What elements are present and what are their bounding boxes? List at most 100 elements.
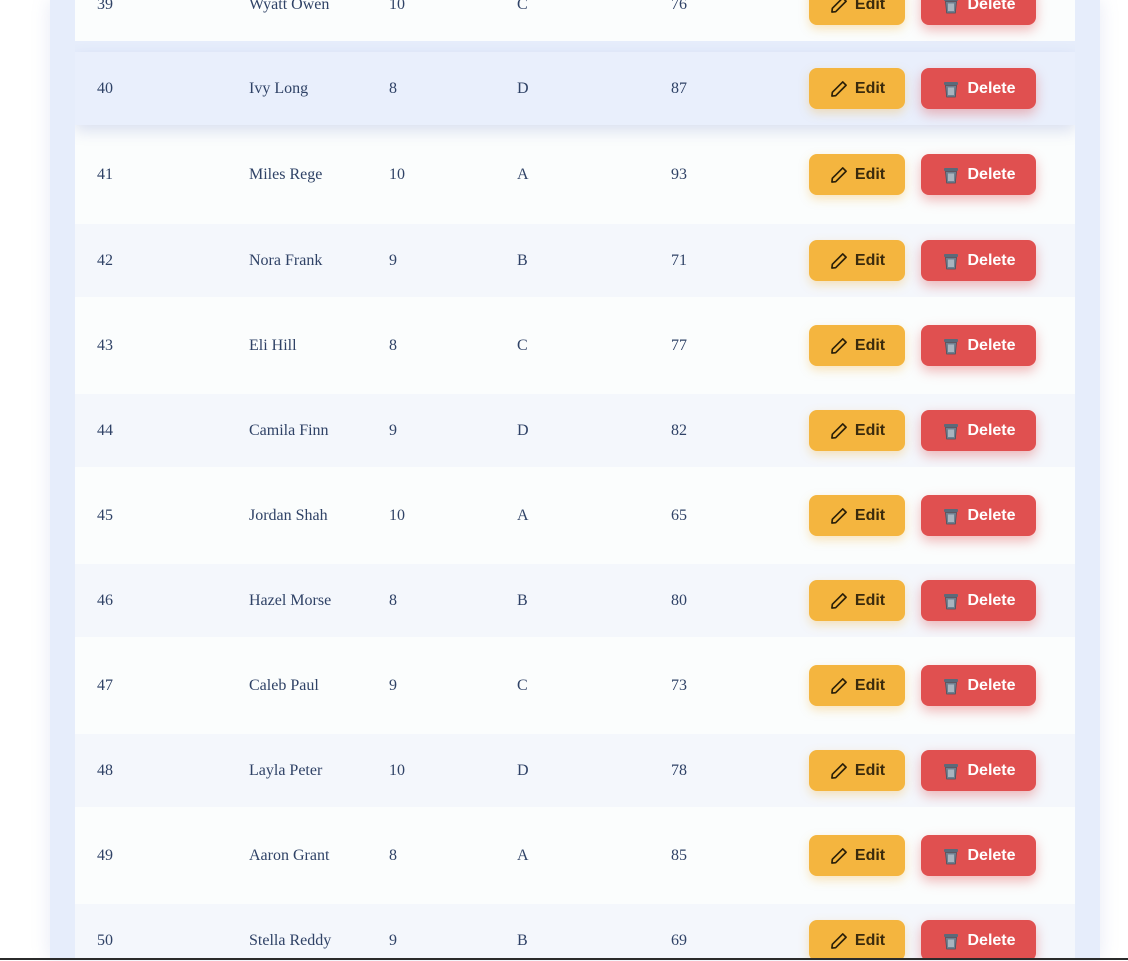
table-row: 49 Aaron Grant 8 A 85 Edit Delete xyxy=(75,807,1075,904)
edit-label: Edit xyxy=(854,165,886,183)
trash-icon xyxy=(941,846,961,866)
edit-button[interactable]: Edit xyxy=(809,920,905,959)
pencil-icon xyxy=(829,336,849,356)
row-section: D xyxy=(517,79,529,97)
row-grade: 10 xyxy=(389,761,405,779)
pencil-icon xyxy=(829,761,849,781)
table-row: 40 Ivy Long 8 D 87 Edit Delete xyxy=(75,52,1075,125)
edit-label: Edit xyxy=(854,676,886,694)
row-name: Stella Reddy xyxy=(249,931,332,949)
row-score: 77 xyxy=(671,336,687,354)
pencil-icon xyxy=(829,931,849,951)
edit-label: Edit xyxy=(854,0,886,13)
delete-button[interactable]: Delete xyxy=(921,410,1036,451)
delete-button[interactable]: Delete xyxy=(921,154,1036,195)
row-score: 85 xyxy=(671,846,687,864)
pencil-icon xyxy=(829,251,849,271)
edit-label: Edit xyxy=(854,336,886,354)
edit-button[interactable]: Edit xyxy=(809,835,905,876)
edit-label: Edit xyxy=(854,506,886,524)
row-name: Wyatt Owen xyxy=(249,0,330,13)
edit-label: Edit xyxy=(854,251,886,269)
edit-button[interactable]: Edit xyxy=(809,0,905,25)
trash-icon xyxy=(941,421,961,441)
edit-button[interactable]: Edit xyxy=(809,154,905,195)
delete-button[interactable]: Delete xyxy=(921,495,1036,536)
row-id: 42 xyxy=(97,251,113,269)
delete-label: Delete xyxy=(967,761,1016,779)
row-id: 48 xyxy=(97,761,113,779)
row-grade: 8 xyxy=(389,336,397,354)
row-id: 50 xyxy=(97,931,113,949)
row-name: Layla Peter xyxy=(249,761,323,779)
pencil-icon xyxy=(829,0,849,15)
delete-button[interactable]: Delete xyxy=(921,750,1036,791)
row-grade: 8 xyxy=(389,591,397,609)
delete-button[interactable]: Delete xyxy=(921,580,1036,621)
row-name: Nora Frank xyxy=(249,251,323,269)
table-row: 47 Caleb Paul 9 C 73 Edit Delete xyxy=(75,637,1075,734)
delete-button[interactable]: Delete xyxy=(921,835,1036,876)
row-id: 40 xyxy=(97,79,113,97)
delete-button[interactable]: Delete xyxy=(921,325,1036,366)
row-id: 46 xyxy=(97,591,113,609)
row-score: 93 xyxy=(671,165,687,183)
pencil-icon xyxy=(829,79,849,99)
edit-label: Edit xyxy=(854,421,886,439)
row-score: 76 xyxy=(671,0,687,13)
delete-button[interactable]: Delete xyxy=(921,240,1036,281)
row-grade: 10 xyxy=(389,506,405,524)
row-grade: 9 xyxy=(389,421,397,439)
delete-label: Delete xyxy=(967,336,1016,354)
edit-label: Edit xyxy=(854,931,886,949)
delete-label: Delete xyxy=(967,79,1016,97)
trash-icon xyxy=(941,506,961,526)
row-name: Camila Finn xyxy=(249,421,329,439)
edit-button[interactable]: Edit xyxy=(809,495,905,536)
delete-label: Delete xyxy=(967,165,1016,183)
delete-button[interactable]: Delete xyxy=(921,920,1036,959)
table-row: 42 Nora Frank 9 B 71 Edit Delete xyxy=(75,224,1075,297)
row-grade: 10 xyxy=(389,165,405,183)
edit-button[interactable]: Edit xyxy=(809,750,905,791)
delete-button[interactable]: Delete xyxy=(921,665,1036,706)
row-name: Jordan Shah xyxy=(249,506,328,524)
row-id: 39 xyxy=(97,0,113,13)
delete-button[interactable]: Delete xyxy=(921,68,1036,109)
row-score: 80 xyxy=(671,591,687,609)
delete-button[interactable]: Delete xyxy=(921,0,1036,25)
edit-button[interactable]: Edit xyxy=(809,580,905,621)
trash-icon xyxy=(941,591,961,611)
row-section: D xyxy=(517,421,529,439)
row-score: 69 xyxy=(671,931,687,949)
table-row: 39 Wyatt Owen 10 C 76 Edit Delete xyxy=(75,0,1075,41)
delete-label: Delete xyxy=(967,591,1016,609)
row-section: A xyxy=(517,846,529,864)
row-section: C xyxy=(517,0,528,13)
delete-label: Delete xyxy=(967,251,1016,269)
edit-button[interactable]: Edit xyxy=(809,410,905,451)
row-id: 43 xyxy=(97,336,113,354)
students-table: 39 Wyatt Owen 10 C 76 Edit Delete 40 Ivy… xyxy=(75,0,1075,959)
row-section: B xyxy=(517,931,528,949)
edit-button[interactable]: Edit xyxy=(809,325,905,366)
edit-button[interactable]: Edit xyxy=(809,68,905,109)
row-score: 87 xyxy=(671,79,687,97)
row-section: D xyxy=(517,761,529,779)
table-row: 43 Eli Hill 8 C 77 Edit Delete xyxy=(75,297,1075,394)
trash-icon xyxy=(941,165,961,185)
edit-button[interactable]: Edit xyxy=(809,665,905,706)
row-score: 71 xyxy=(671,251,687,269)
edit-button[interactable]: Edit xyxy=(809,240,905,281)
row-grade: 9 xyxy=(389,676,397,694)
edit-label: Edit xyxy=(854,591,886,609)
trash-icon xyxy=(941,676,961,696)
row-name: Hazel Morse xyxy=(249,591,332,609)
delete-label: Delete xyxy=(967,506,1016,524)
delete-label: Delete xyxy=(967,846,1016,864)
delete-label: Delete xyxy=(967,931,1016,949)
table-row: 41 Miles Rege 10 A 93 Edit Delete xyxy=(75,125,1075,224)
row-name: Ivy Long xyxy=(249,79,309,97)
pencil-icon xyxy=(829,421,849,441)
row-score: 78 xyxy=(671,761,687,779)
